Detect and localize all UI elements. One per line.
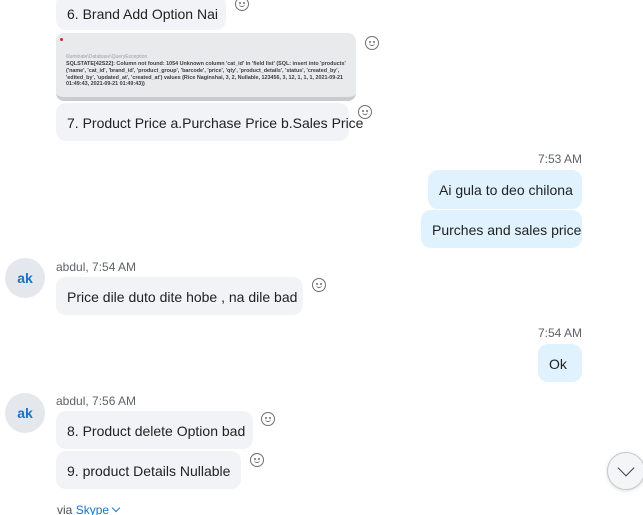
message-bubble[interactable]: Price dile duto dite hobe , na dile bad — [56, 277, 303, 315]
smiley-reaction-icon[interactable] — [261, 412, 275, 426]
message-text: Ai gula to deo chilona — [439, 182, 573, 198]
smiley-reaction-icon[interactable] — [250, 453, 264, 467]
message-bubble[interactable]: Purches and sales price — [421, 210, 582, 248]
message-text: 6. Brand Add Option Nai — [67, 6, 218, 22]
smiley-reaction-icon[interactable] — [312, 278, 326, 292]
image-attachment[interactable]: Illuminate\Database\QueryException SQLST… — [56, 33, 356, 101]
message-bubble[interactable]: Ai gula to deo chilona — [428, 170, 582, 209]
message-bubble[interactable]: 6. Brand Add Option Nai — [56, 0, 226, 30]
sender-name: abdul, 7:54 AM — [56, 260, 137, 274]
via-skype-label: via Skype — [57, 503, 121, 515]
avatar[interactable]: ak — [5, 258, 45, 298]
message-text: Purches and sales price — [432, 222, 582, 238]
chevron-down-icon — [617, 459, 635, 477]
message-bubble[interactable]: 8. Product delete Option bad — [56, 411, 253, 449]
message-text: 9. product Details Nullable — [67, 463, 231, 479]
message-text: 8. Product delete Option bad — [67, 423, 246, 439]
scroll-to-bottom-button[interactable] — [607, 452, 643, 490]
message-bubble[interactable]: 7. Product Price a.Purchase Price b.Sale… — [56, 103, 363, 141]
smiley-reaction-icon[interactable] — [365, 36, 379, 50]
avatar[interactable]: ak — [5, 393, 45, 433]
chevron-down-icon[interactable] — [111, 503, 121, 513]
skype-link[interactable]: Skype — [76, 503, 109, 515]
error-indicator — [60, 38, 63, 41]
message-text: Price dile duto dite hobe , na dile bad — [67, 289, 298, 305]
message-bubble[interactable]: 9. product Details Nullable — [56, 451, 241, 489]
message-text: 7. Product Price a.Purchase Price b.Sale… — [67, 115, 364, 131]
message-timestamp: 7:54 AM — [537, 326, 582, 340]
via-text: via — [57, 503, 73, 515]
smiley-reaction-icon[interactable] — [358, 105, 372, 119]
screenshot-url-bar — [68, 38, 346, 54]
screenshot-error-text: SQLSTATE[42S22]: Column not found: 1054 … — [66, 61, 346, 88]
message-text: Ok — [549, 356, 567, 372]
screenshot-exception-title: Illuminate\Database\QueryException — [66, 54, 148, 60]
message-timestamp: 7:53 AM — [537, 152, 582, 166]
smiley-reaction-icon[interactable] — [235, 0, 249, 11]
sender-name: abdul, 7:56 AM — [56, 394, 137, 408]
message-bubble[interactable]: Ok — [538, 344, 582, 382]
